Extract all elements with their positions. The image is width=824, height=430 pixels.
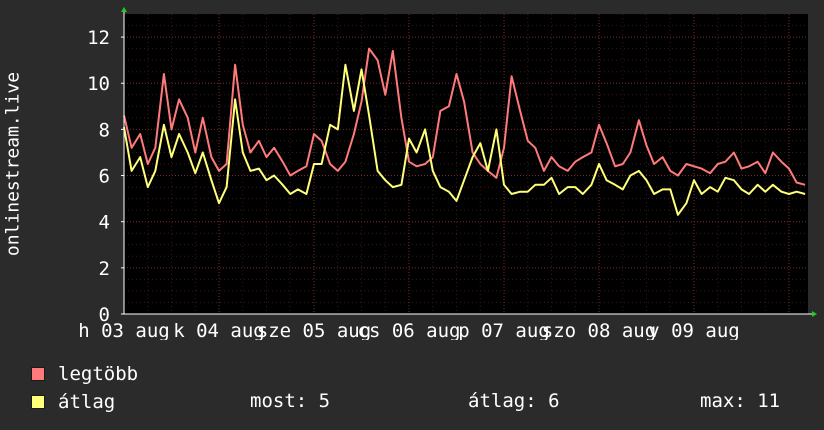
chart: 024681012h 03 aug k 04 augsze 05 augcs 06… bbox=[78, 7, 817, 340]
x-tick-label: sze 05 aug bbox=[257, 320, 371, 340]
x-axis-arrow bbox=[812, 311, 817, 317]
x-tick-label: cs 06 aug bbox=[358, 320, 461, 340]
x-tick-label: k 04 aug bbox=[173, 320, 265, 340]
y-tick-label: 2 bbox=[99, 258, 110, 280]
x-tick-label: v 09 aug bbox=[648, 320, 740, 340]
y-tick-label: 12 bbox=[87, 27, 110, 49]
legend-label-avg: átlag bbox=[58, 391, 116, 413]
y-axis-label-wrap: onlinestream.live bbox=[0, 14, 26, 314]
y-tick-label: 10 bbox=[87, 73, 110, 95]
legend-swatch-max bbox=[31, 367, 45, 381]
legend-item-avg: átlag bbox=[31, 390, 115, 414]
y-axis-arrow bbox=[121, 7, 127, 12]
y-tick-label: 8 bbox=[99, 119, 110, 141]
stat-maximum: max: 11 bbox=[700, 390, 781, 412]
y-tick-label: 4 bbox=[99, 212, 110, 234]
x-tick-label: p 07 aug bbox=[458, 320, 550, 340]
stat-current: most: 5 bbox=[250, 390, 331, 412]
x-tick-label: szo 08 aug bbox=[542, 320, 656, 340]
legend-swatch-avg bbox=[31, 395, 45, 409]
stat-average: átlag: 6 bbox=[468, 390, 560, 412]
legend-item-max: legtöbb bbox=[31, 362, 138, 386]
y-tick-label: 6 bbox=[99, 166, 110, 188]
legend-label-max: legtöbb bbox=[58, 363, 139, 385]
x-tick-label: h 03 aug bbox=[78, 320, 170, 340]
y-axis-label: onlinestream.live bbox=[2, 71, 24, 257]
